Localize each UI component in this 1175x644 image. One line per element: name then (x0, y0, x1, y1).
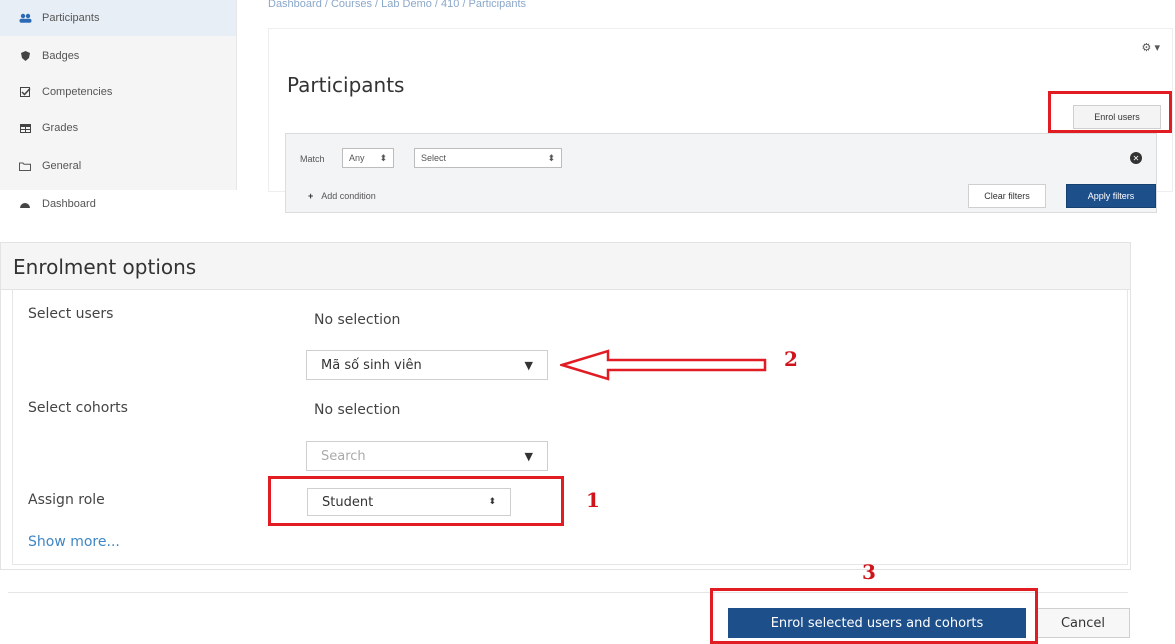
sidebar-item-participants[interactable]: Participants (0, 0, 236, 36)
updown-icon: ⬍ (547, 152, 555, 163)
annotation-1: 1 (586, 488, 600, 512)
select-users-label: Select users (28, 306, 114, 322)
show-more-link[interactable]: Show more... (28, 534, 120, 550)
sidebar-item-competencies[interactable]: Competencies (0, 74, 236, 110)
settings-menu[interactable]: ⚙ ▾ (1142, 41, 1160, 54)
cancel-button[interactable]: Cancel (1036, 608, 1130, 638)
page-title: Participants (287, 73, 405, 97)
sidebar-item-label: Badges (42, 50, 80, 62)
filter-box: Match Any ⬍ Select ⬍ ✕ + Add condition Cl… (285, 133, 1157, 213)
sidebar-item-general[interactable]: General (0, 148, 236, 184)
condition-select[interactable]: Select ⬍ (414, 148, 562, 168)
sidebar-item-label: Grades (42, 122, 79, 134)
sidebar-item-label: Participants (42, 12, 100, 24)
apply-filters-button[interactable]: Apply filters (1066, 184, 1156, 208)
match-select[interactable]: Any ⬍ (342, 148, 394, 168)
sidebar-item-label: Competencies (42, 86, 113, 98)
annotation-3: 3 (862, 560, 876, 584)
highlight-enrol-users (1048, 91, 1172, 133)
gear-icon: ⚙ (1141, 42, 1152, 54)
remove-condition-icon[interactable]: ✕ (1130, 152, 1142, 164)
select-cohorts-label: Select cohorts (28, 400, 128, 416)
cohorts-no-selection: No selection (314, 402, 401, 418)
shield-icon (18, 51, 32, 61)
highlight-enrol-button (710, 588, 1038, 644)
sidebar-item-grades[interactable]: Grades (0, 110, 236, 146)
updown-icon: ⬍ (379, 152, 387, 163)
sidebar-item-label: Dashboard (42, 198, 96, 210)
sidebar: Participants Badges Competencies Grades … (0, 0, 237, 210)
caret-down-icon: ▼ (524, 358, 533, 372)
sidebar-item-label: General (42, 160, 82, 172)
breadcrumb[interactable]: Dashboard / Courses / Lab Demo / 410 / P… (268, 0, 526, 10)
checkbox-icon (18, 87, 32, 97)
cohorts-search-dropdown[interactable]: Search ▼ (306, 441, 548, 471)
add-condition-link[interactable]: + Add condition (308, 191, 376, 201)
sidebar-item-dashboard[interactable]: Dashboard (0, 186, 236, 222)
chevron-down-icon: ▾ (1154, 42, 1160, 54)
users-dropdown[interactable]: Mã số sinh viên ▼ (306, 350, 548, 380)
dialog-header: Enrolment options (1, 243, 1130, 290)
plus-icon: + (308, 191, 314, 201)
clear-filters-button[interactable]: Clear filters (968, 184, 1046, 208)
match-label: Match (300, 154, 325, 164)
sidebar-item-badges[interactable]: Badges (0, 38, 236, 74)
arrow-annotation-icon (560, 349, 767, 381)
dialog-body (12, 289, 1128, 565)
highlight-assign-role (268, 476, 564, 526)
dialog-title: Enrolment options (13, 255, 197, 279)
enrolment-dialog: Enrolment options (0, 242, 1131, 570)
participants-screenshot: Participants Badges Competencies Grades … (0, 0, 1175, 213)
dashboard-icon (18, 200, 32, 209)
caret-down-icon: ▼ (524, 449, 533, 463)
participants-panel: ⚙ ▾ Participants Enrol users Match Any ⬍… (268, 28, 1173, 213)
assign-role-label: Assign role (28, 492, 105, 508)
table-icon (18, 123, 32, 133)
annotation-2: 2 (784, 347, 798, 371)
folder-icon (18, 162, 32, 171)
users-no-selection: No selection (314, 312, 401, 328)
users-icon (18, 13, 32, 23)
